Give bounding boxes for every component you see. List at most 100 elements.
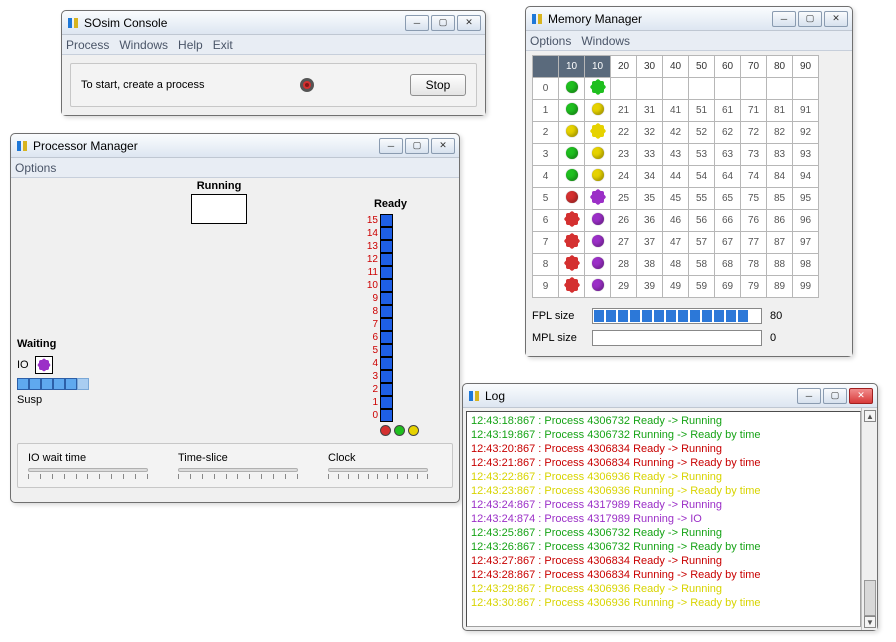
menu-process[interactable]: Process <box>66 38 109 52</box>
minimize-icon[interactable]: ─ <box>772 11 796 27</box>
memory-process-cell[interactable] <box>585 276 611 298</box>
memory-cell[interactable]: 42 <box>663 122 689 144</box>
memory-cell[interactable] <box>741 78 767 100</box>
memory-process-cell[interactable] <box>559 210 585 232</box>
io-wait-slider[interactable] <box>28 468 148 472</box>
memory-process-cell[interactable] <box>559 144 585 166</box>
memory-cell[interactable]: 95 <box>793 188 819 210</box>
memory-cell[interactable]: 68 <box>715 254 741 276</box>
memory-cell[interactable]: 56 <box>689 210 715 232</box>
memory-process-cell[interactable] <box>585 122 611 144</box>
memory-grid[interactable]: 1010203040506070809001213141516171819122… <box>532 55 819 298</box>
menu-options[interactable]: Options <box>15 161 56 175</box>
memory-cell[interactable]: 37 <box>637 232 663 254</box>
memory-cell[interactable]: 96 <box>793 210 819 232</box>
memory-cell[interactable]: 75 <box>741 188 767 210</box>
memory-cell[interactable]: 71 <box>741 100 767 122</box>
memory-process-cell[interactable] <box>585 188 611 210</box>
memory-cell[interactable]: 34 <box>637 166 663 188</box>
memory-cell[interactable]: 21 <box>611 100 637 122</box>
timeslice-slider[interactable] <box>178 468 298 472</box>
maximize-icon[interactable]: ▢ <box>823 388 847 404</box>
memory-process-cell[interactable] <box>559 122 585 144</box>
menu-windows[interactable]: Windows <box>119 38 168 52</box>
memory-cell[interactable]: 65 <box>715 188 741 210</box>
memory-cell[interactable]: 66 <box>715 210 741 232</box>
memory-cell[interactable]: 94 <box>793 166 819 188</box>
log-scrollbar[interactable]: ▲ ▼ <box>861 408 877 630</box>
memory-cell[interactable]: 45 <box>663 188 689 210</box>
memory-cell[interactable]: 81 <box>767 100 793 122</box>
memory-process-cell[interactable] <box>585 78 611 100</box>
scroll-down-icon[interactable]: ▼ <box>864 616 876 628</box>
memory-cell[interactable] <box>715 78 741 100</box>
stop-button[interactable]: Stop <box>410 74 466 96</box>
memory-cell[interactable]: 91 <box>793 100 819 122</box>
memory-cell[interactable]: 36 <box>637 210 663 232</box>
memory-cell[interactable]: 27 <box>611 232 637 254</box>
memory-cell[interactable]: 54 <box>689 166 715 188</box>
memory-process-cell[interactable] <box>559 232 585 254</box>
memory-cell[interactable]: 46 <box>663 210 689 232</box>
memory-cell[interactable]: 74 <box>741 166 767 188</box>
memory-cell[interactable]: 58 <box>689 254 715 276</box>
memory-cell[interactable]: 61 <box>715 100 741 122</box>
memory-cell[interactable]: 24 <box>611 166 637 188</box>
maximize-icon[interactable]: ▢ <box>405 138 429 154</box>
close-icon[interactable]: ✕ <box>849 388 873 404</box>
memory-cell[interactable]: 26 <box>611 210 637 232</box>
memory-cell[interactable]: 87 <box>767 232 793 254</box>
memory-process-cell[interactable] <box>585 254 611 276</box>
memory-process-cell[interactable] <box>559 100 585 122</box>
memory-process-cell[interactable] <box>559 254 585 276</box>
memory-cell[interactable]: 57 <box>689 232 715 254</box>
close-icon[interactable]: ✕ <box>824 11 848 27</box>
memory-cell[interactable]: 63 <box>715 144 741 166</box>
memory-cell[interactable] <box>611 78 637 100</box>
memory-cell[interactable]: 76 <box>741 210 767 232</box>
minimize-icon[interactable]: ─ <box>797 388 821 404</box>
scroll-thumb[interactable] <box>864 580 876 616</box>
maximize-icon[interactable]: ▢ <box>798 11 822 27</box>
memory-cell[interactable] <box>793 78 819 100</box>
memory-cell[interactable]: 49 <box>663 276 689 298</box>
log-titlebar[interactable]: Log ─ ▢ ✕ <box>463 384 877 408</box>
memory-cell[interactable]: 47 <box>663 232 689 254</box>
processor-titlebar[interactable]: Processor Manager ─ ▢ ✕ <box>11 134 459 158</box>
memory-cell[interactable]: 98 <box>793 254 819 276</box>
memory-cell[interactable]: 77 <box>741 232 767 254</box>
memory-cell[interactable]: 35 <box>637 188 663 210</box>
memory-process-cell[interactable] <box>585 100 611 122</box>
menu-windows[interactable]: Windows <box>581 34 630 48</box>
memory-cell[interactable]: 22 <box>611 122 637 144</box>
memory-cell[interactable]: 62 <box>715 122 741 144</box>
menu-exit[interactable]: Exit <box>213 38 233 52</box>
memory-cell[interactable] <box>663 78 689 100</box>
memory-cell[interactable]: 28 <box>611 254 637 276</box>
minimize-icon[interactable]: ─ <box>405 15 429 31</box>
memory-cell[interactable]: 43 <box>663 144 689 166</box>
memory-cell[interactable]: 93 <box>793 144 819 166</box>
memory-process-cell[interactable] <box>585 166 611 188</box>
memory-process-cell[interactable] <box>559 188 585 210</box>
log-text[interactable]: 12:43:18:867 : Process 4306732 Ready -> … <box>466 411 861 627</box>
clock-slider[interactable] <box>328 468 428 472</box>
memory-process-cell[interactable] <box>585 144 611 166</box>
memory-process-cell[interactable] <box>559 166 585 188</box>
memory-cell[interactable]: 38 <box>637 254 663 276</box>
memory-cell[interactable]: 33 <box>637 144 663 166</box>
memory-cell[interactable]: 53 <box>689 144 715 166</box>
memory-cell[interactable]: 59 <box>689 276 715 298</box>
memory-cell[interactable]: 72 <box>741 122 767 144</box>
memory-cell[interactable] <box>767 78 793 100</box>
memory-cell[interactable]: 64 <box>715 166 741 188</box>
memory-cell[interactable]: 52 <box>689 122 715 144</box>
memory-cell[interactable]: 83 <box>767 144 793 166</box>
memory-cell[interactable]: 25 <box>611 188 637 210</box>
memory-cell[interactable]: 78 <box>741 254 767 276</box>
memory-cell[interactable]: 67 <box>715 232 741 254</box>
memory-cell[interactable]: 41 <box>663 100 689 122</box>
menu-options[interactable]: Options <box>530 34 571 48</box>
memory-cell[interactable]: 44 <box>663 166 689 188</box>
memory-cell[interactable]: 85 <box>767 188 793 210</box>
